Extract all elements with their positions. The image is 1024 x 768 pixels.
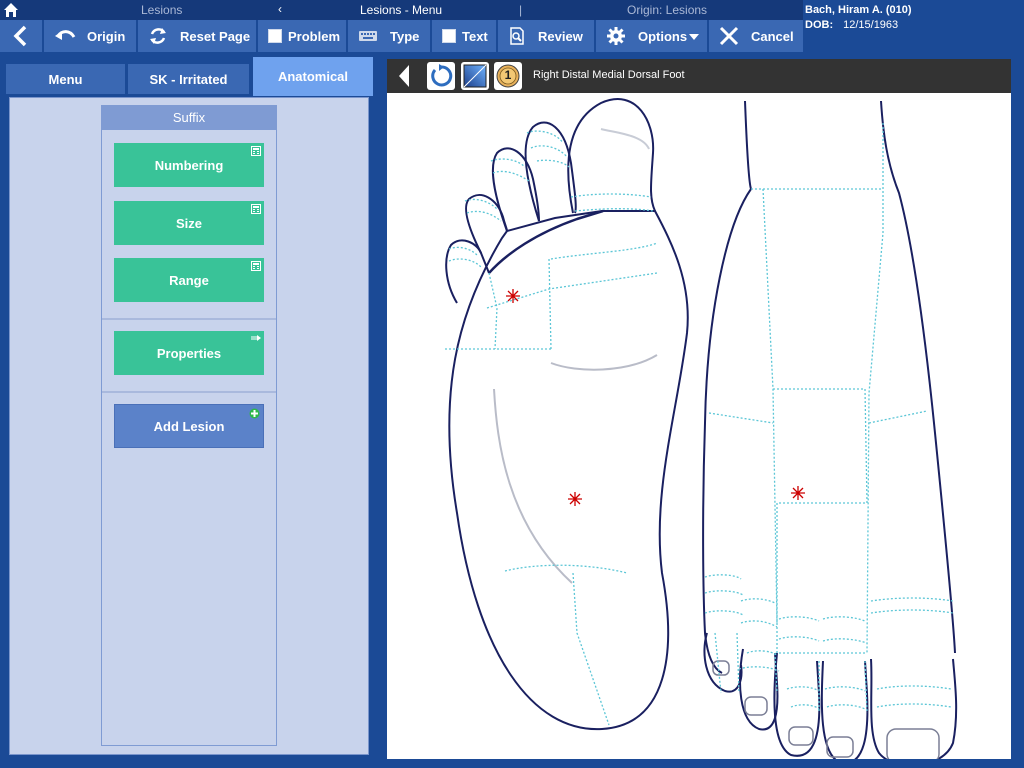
badge-number: 1 — [504, 68, 512, 82]
size-button[interactable]: Size — [114, 201, 264, 245]
keyboard-icon — [359, 31, 377, 41]
plus-icon — [249, 408, 260, 419]
close-x-icon — [719, 26, 739, 46]
top-bar: Lesions ‹ Lesions - Menu | Origin: Lesio… — [0, 0, 1024, 52]
home-icon[interactable] — [3, 2, 19, 18]
tab-sk-irritated[interactable]: SK - Irritated — [128, 64, 249, 94]
gear-icon — [607, 27, 625, 45]
cancel-button[interactable]: Cancel — [709, 20, 803, 52]
rotate-icon — [431, 64, 453, 87]
problem-label: Problem — [288, 28, 341, 44]
breadcrumb-divider: | — [519, 3, 523, 17]
patient-name: Bach, Hiram A. (010) — [805, 4, 912, 16]
review-button[interactable]: Review — [498, 20, 596, 52]
lesion-marker[interactable] — [791, 486, 805, 500]
dorsal-outline[interactable] — [702, 100, 753, 674]
rotate-button[interactable] — [427, 62, 455, 90]
tab-content-panel: Suffix Numbering Size Range Properties A… — [9, 97, 369, 755]
left-panel: Menu SK - Irritated Anatomical Suffix Nu… — [0, 57, 380, 768]
range-button[interactable]: Range — [114, 258, 264, 302]
numbering-toggle-button[interactable]: 1 — [494, 62, 522, 90]
properties-button[interactable]: Properties — [114, 331, 264, 375]
numbering-label: Numbering — [154, 157, 224, 173]
suffix-group: Suffix Numbering Size Range Properties A… — [101, 105, 277, 746]
gradient-icon — [463, 64, 487, 88]
collapse-arrow-icon[interactable] — [397, 63, 411, 89]
origin-label: Origin — [87, 28, 126, 44]
origin-button[interactable]: Origin — [44, 20, 138, 52]
breadcrumb-lesions[interactable]: Lesions — [141, 3, 182, 17]
contrast-button[interactable] — [461, 62, 489, 90]
tab-menu[interactable]: Menu — [6, 64, 125, 94]
checkbox-icon — [442, 29, 456, 43]
options-label: Options — [638, 28, 688, 44]
cancel-label: Cancel — [751, 28, 794, 44]
text-button[interactable]: Text — [432, 20, 498, 52]
tab-anatomical[interactable]: Anatomical — [253, 57, 373, 96]
foot-diagram[interactable] — [387, 93, 1011, 759]
calculator-icon — [251, 261, 261, 271]
lesion-marker[interactable] — [568, 492, 582, 506]
breadcrumb-back-arrow[interactable]: ‹ — [278, 2, 282, 16]
suffix-header: Suffix — [102, 106, 276, 130]
back-button[interactable] — [0, 20, 44, 52]
review-label: Review — [538, 28, 583, 44]
image-title: Right Distal Medial Dorsal Foot — [533, 69, 685, 81]
undo-icon — [55, 30, 76, 40]
patient-info: Bach, Hiram A. (010) DOB: 12/15/1963 — [805, 4, 1024, 48]
dob-label: DOB: — [805, 19, 834, 31]
anatomy-image-panel: 1 Right Distal Medial Dorsal Foot — [386, 58, 1012, 760]
big-toe[interactable] — [567, 98, 656, 214]
breadcrumb-current: Lesions - Menu — [360, 3, 443, 17]
toolbar: Origin Reset Page Problem Type Text Revi… — [0, 20, 803, 52]
calculator-icon — [251, 146, 261, 156]
dropdown-icon[interactable] — [689, 34, 699, 40]
little-toe[interactable] — [703, 632, 743, 693]
add-lesion-button[interactable]: Add Lesion — [114, 404, 264, 448]
lesion-marker[interactable] — [506, 289, 520, 303]
reset-page-label: Reset Page — [180, 28, 251, 44]
patient-dob: DOB: 12/15/1963 — [805, 19, 1024, 31]
sole-outline[interactable] — [448, 210, 689, 731]
big-toe-dorsal[interactable] — [870, 658, 958, 759]
fifth-toe[interactable] — [445, 239, 490, 304]
image-header: 1 Right Distal Medial Dorsal Foot — [387, 59, 1011, 93]
range-label: Range — [169, 272, 209, 288]
numbering-button[interactable]: Numbering — [114, 143, 264, 187]
dob-value: 12/15/1963 — [843, 19, 899, 31]
breadcrumb-origin: Origin: Lesions — [627, 3, 708, 17]
type-label: Type — [390, 28, 420, 44]
divider — [102, 318, 276, 320]
breadcrumb-bar: Lesions ‹ Lesions - Menu | Origin: Lesio… — [0, 0, 803, 20]
checkbox-icon — [268, 29, 282, 43]
second-toe-dorsal[interactable] — [820, 660, 869, 759]
options-button[interactable]: Options — [596, 20, 709, 52]
back-chevron-icon — [13, 25, 27, 47]
arrow-right-icon — [251, 335, 261, 341]
refresh-icon — [150, 28, 166, 44]
review-search-icon — [510, 27, 524, 45]
text-label: Text — [462, 28, 488, 44]
properties-label: Properties — [156, 345, 222, 361]
add-lesion-label: Add Lesion — [153, 418, 225, 434]
size-label: Size — [175, 215, 202, 231]
type-button[interactable]: Type — [348, 20, 432, 52]
problem-button[interactable]: Problem — [258, 20, 348, 52]
divider — [102, 391, 276, 393]
fourth-toe-dorsal[interactable] — [739, 648, 779, 731]
reset-page-button[interactable]: Reset Page — [138, 20, 258, 52]
calculator-icon — [251, 204, 261, 214]
